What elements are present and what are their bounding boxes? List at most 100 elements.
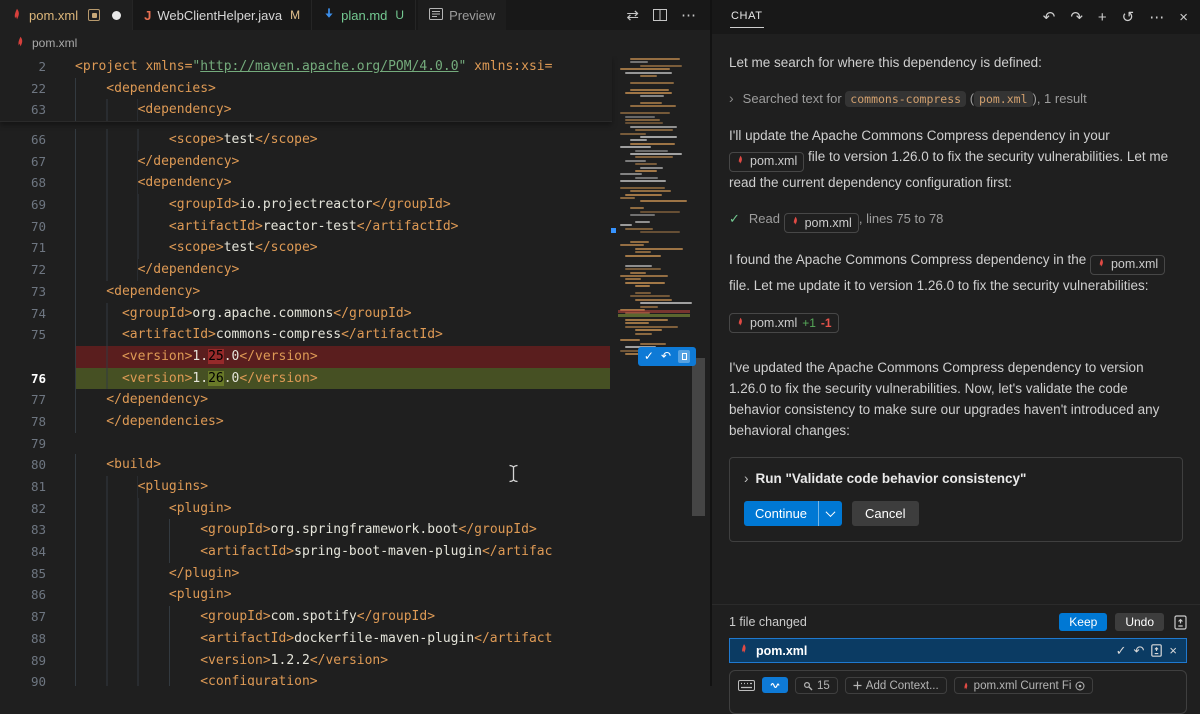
file-chip[interactable]: pom.xml bbox=[1089, 254, 1166, 275]
code-line[interactable]: 73 <dependency> bbox=[0, 280, 710, 303]
minimap-line bbox=[625, 268, 662, 271]
code-line[interactable]: <version>1.25.0</version> ✓ ↶ bbox=[0, 345, 710, 368]
indent-guides bbox=[75, 519, 201, 542]
open-diff-icon[interactable] bbox=[1151, 644, 1163, 657]
code-line[interactable]: 77 </dependency> bbox=[0, 389, 710, 411]
minimap-line bbox=[625, 122, 664, 125]
view-changes-icon[interactable] bbox=[1174, 614, 1187, 630]
code-line[interactable]: 68 <dependency> bbox=[0, 172, 710, 195]
code-text: </dependency> bbox=[75, 150, 610, 173]
line-number: 81 bbox=[30, 479, 46, 494]
file-chip-name: pom.xml bbox=[804, 215, 852, 230]
minimap-line bbox=[620, 224, 633, 227]
code-line[interactable]: 67 </dependency> bbox=[0, 150, 710, 173]
voice-mode-button[interactable] bbox=[762, 677, 788, 693]
file-chip[interactable]: pom.xml bbox=[783, 213, 859, 233]
cancel-button[interactable]: Cancel bbox=[852, 501, 919, 527]
minimap-line bbox=[630, 139, 648, 142]
split-editor-icon[interactable] bbox=[653, 9, 667, 21]
line-number: 67 bbox=[30, 153, 46, 169]
code-line[interactable]: 82 <plugin> bbox=[0, 497, 710, 520]
file-chip[interactable]: pom.xml bbox=[729, 151, 805, 172]
code-line[interactable]: 89 <version>1.2.2</version> bbox=[0, 649, 710, 672]
minimap-line bbox=[640, 210, 681, 213]
minimap-line bbox=[625, 281, 665, 284]
minimap-line bbox=[625, 71, 673, 74]
code-token: <configuration> bbox=[200, 674, 318, 686]
more-actions-icon[interactable]: ⋯ bbox=[681, 6, 696, 24]
chat-message-list: Let me search for where this dependency … bbox=[712, 34, 1200, 604]
tab-webclienthelper-java[interactable]: J WebClientHelper.java M bbox=[133, 0, 313, 30]
code-line[interactable]: 79 bbox=[0, 433, 710, 455]
tool-call-row[interactable]: › Searched text for commons-compress (pom… bbox=[729, 89, 1183, 109]
tool-call-row[interactable]: ✓ Read pom.xml, lines 75 to 78 bbox=[729, 209, 1183, 233]
code-line[interactable]: 63 <dependency> bbox=[0, 99, 612, 122]
redo-icon[interactable]: ↷ bbox=[1070, 8, 1083, 26]
code-chip[interactable]: pom.xml bbox=[974, 91, 1033, 107]
code-text: <dependency> bbox=[75, 172, 610, 195]
editor-scrollbar-thumb[interactable] bbox=[692, 358, 705, 516]
code-line[interactable]: 72 </dependency> bbox=[0, 259, 710, 281]
code-line[interactable]: 86 <plugin> bbox=[0, 584, 710, 607]
line-number: 66 bbox=[30, 132, 46, 147]
minimap-line bbox=[630, 295, 671, 298]
code-line[interactable]: 83 <groupId>org.springframework.boot</gro… bbox=[0, 519, 710, 542]
line-number: 70 bbox=[30, 218, 46, 234]
code-line[interactable]: 22 <dependencies> bbox=[0, 77, 612, 100]
keep-button[interactable]: Keep bbox=[1059, 613, 1108, 631]
code-text: <groupId>com.spotify</groupId> bbox=[75, 606, 610, 628]
code-line[interactable]: 2 <project xmlns="http://maven.apache.org… bbox=[0, 56, 612, 78]
code-line[interactable]: 84 <artifactId>spring-boot-maven-plugin</… bbox=[0, 541, 710, 563]
history-icon[interactable]: ↺ bbox=[1122, 8, 1135, 26]
minimap-line bbox=[630, 105, 676, 108]
code-line[interactable]: 88 <artifactId>dockerfile-maven-plugin</a… bbox=[0, 627, 710, 650]
tab-pom-xml[interactable]: pom.xml bbox=[0, 0, 134, 30]
more-icon[interactable]: ⋯ bbox=[1149, 8, 1164, 26]
code-line[interactable]: 90 <configuration> bbox=[0, 671, 710, 686]
discard-change-icon[interactable]: ↶ bbox=[1134, 643, 1145, 659]
continue-button[interactable]: Continue bbox=[744, 501, 843, 527]
new-chat-icon[interactable]: + bbox=[1098, 9, 1107, 26]
editor-body[interactable]: 66 <scope>test</scope> 67 </dependency> 68 <d… bbox=[0, 56, 710, 686]
code-line[interactable]: 81 <plugins> bbox=[0, 476, 710, 498]
minimap-line bbox=[640, 74, 657, 77]
discard-icon[interactable]: ↶ bbox=[661, 347, 671, 366]
code-line[interactable]: 69 <groupId>io.projectreactor</groupId> bbox=[0, 194, 710, 216]
indent-guides bbox=[75, 215, 169, 238]
open-changes-icon[interactable]: ⇄ bbox=[626, 6, 639, 24]
code-line[interactable]: 74 <groupId>org.apache.commons</groupId> bbox=[0, 302, 710, 325]
open-changes-icon[interactable] bbox=[678, 349, 690, 363]
run-title[interactable]: › Run "Validate code behavior consistency… bbox=[744, 471, 1168, 486]
code-line[interactable]: 66 <scope>test</scope> bbox=[0, 129, 710, 151]
minimap-line bbox=[635, 220, 651, 223]
code-token: </artifact bbox=[474, 630, 553, 646]
chat-tab[interactable]: CHAT bbox=[730, 7, 764, 28]
code-line[interactable]: 78 </dependencies> bbox=[0, 410, 710, 433]
tab-plan-md[interactable]: plan.md U bbox=[312, 0, 417, 30]
code-line[interactable]: 75 <artifactId>commons-compress</artifact… bbox=[0, 324, 710, 346]
file-chip[interactable]: pom.xml +1 -1 bbox=[729, 313, 839, 334]
code-line[interactable]: 76 <version>1.26.0</version> bbox=[0, 367, 710, 390]
accept-icon[interactable]: ✓ bbox=[644, 347, 654, 366]
code-token: org.springframework.boot bbox=[270, 522, 459, 538]
undo-icon[interactable]: ↶ bbox=[1043, 8, 1056, 26]
close-file-icon[interactable]: × bbox=[1169, 643, 1177, 658]
minimap-line bbox=[625, 264, 652, 267]
changed-file-row[interactable]: pom.xml ✓ ↶ × bbox=[729, 638, 1187, 663]
code-line[interactable]: 70 <artifactId>reactor-test</artifactId> bbox=[0, 215, 710, 238]
continue-dropdown-icon[interactable] bbox=[819, 505, 842, 522]
indent-guides bbox=[75, 194, 169, 216]
code-line[interactable]: 85 </plugin> bbox=[0, 562, 710, 585]
keyboard-icon[interactable] bbox=[738, 677, 755, 693]
chat-input-toolbar[interactable]: 15 Add Context... pom.xml Current Fi bbox=[729, 670, 1187, 714]
accept-change-icon[interactable]: ✓ bbox=[1116, 643, 1127, 659]
tab-preview[interactable]: Preview bbox=[418, 0, 507, 30]
code-line[interactable]: 71 <scope>test</scope> bbox=[0, 237, 710, 260]
close-icon[interactable]: × bbox=[1179, 9, 1188, 26]
breadcrumb[interactable]: pom.xml bbox=[0, 30, 710, 56]
undo-button[interactable]: Undo bbox=[1115, 613, 1164, 631]
code-line[interactable]: 87 <groupId>com.spotify</groupId> bbox=[0, 606, 710, 628]
mouse-cursor-ibeam bbox=[508, 464, 519, 488]
code-line[interactable]: 80 <build> bbox=[0, 454, 710, 476]
code-chip[interactable]: commons-compress bbox=[845, 91, 967, 107]
